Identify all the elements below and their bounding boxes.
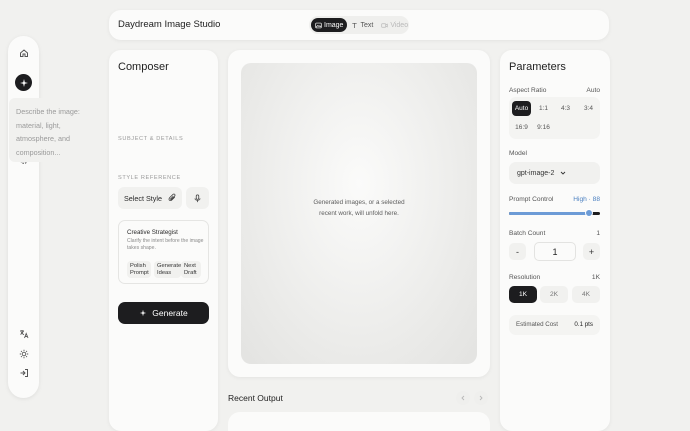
recent-prev-button[interactable] [456, 391, 470, 405]
parameters-panel: Parameters Aspect Ratio Auto Auto 1:1 4:… [500, 50, 610, 431]
aspect-ratio-label: Aspect Ratio [509, 87, 547, 94]
mic-icon [194, 193, 201, 202]
style-row: Select Style [118, 187, 209, 209]
batch-count-field[interactable]: 1 [534, 242, 576, 261]
translate-icon[interactable] [15, 325, 32, 342]
recent-next-button[interactable] [474, 391, 488, 405]
cost-label: Estimated Cost [516, 321, 558, 328]
prompt-control-value: High · 88 [573, 196, 600, 203]
subject-input[interactable]: Describe the image: material, light, atm… [9, 98, 100, 162]
resolution-option-4k[interactable]: 4K [572, 286, 600, 303]
aspect-option-1-1[interactable]: 1:1 [534, 101, 553, 116]
nav-rail [8, 36, 39, 398]
tab-text[interactable]: Text [347, 18, 377, 32]
recent-output-strip [228, 412, 490, 431]
mic-button[interactable] [186, 187, 209, 209]
top-bar: Daydream Image Studio Image Text Video [109, 10, 609, 40]
aspect-option-auto[interactable]: Auto [512, 101, 531, 116]
resolution-option-1k[interactable]: 1K [509, 286, 537, 303]
creative-strategist-card: Creative Strategist Clarify the intent b… [118, 220, 209, 284]
aspect-option-4-3[interactable]: 4:3 [556, 101, 575, 116]
batch-increment-button[interactable]: + [583, 243, 600, 260]
generate-ideas-chip[interactable]: Generate Ideas [154, 261, 181, 278]
model-select[interactable]: gpt-image-2 [509, 162, 600, 184]
recent-output-title: Recent Output [228, 393, 283, 403]
slider-thumb[interactable] [585, 209, 594, 217]
batch-count-label: Batch Count [509, 230, 546, 237]
canvas-panel: Generated images, or a selected recent w… [228, 50, 490, 377]
batch-count-value: 1 [596, 230, 600, 237]
resolution-label: Resolution [509, 274, 541, 281]
aspect-option-16-9[interactable]: 16:9 [512, 120, 531, 135]
composer-title: Composer [118, 61, 169, 73]
model-label: Model [509, 150, 527, 157]
polish-prompt-chip[interactable]: Polish Prompt [127, 261, 151, 278]
subject-label: SUBJECT & DETAILS [118, 136, 184, 142]
sparkle-icon[interactable] [15, 74, 32, 91]
text-icon [352, 22, 358, 28]
parameters-title: Parameters [509, 61, 566, 73]
home-icon[interactable] [15, 44, 32, 61]
batch-decrement-button[interactable]: - [509, 243, 526, 260]
prompt-control-label: Prompt Control [509, 196, 554, 203]
cost-value: 0.1 pts [574, 321, 593, 328]
chevron-left-icon [461, 395, 465, 401]
aspect-option-9-16[interactable]: 9:16 [534, 120, 553, 135]
aspect-ratio-options: Auto 1:1 4:3 3:4 16:9 9:16 [509, 97, 600, 139]
paperclip-icon [168, 193, 176, 202]
video-icon [381, 22, 388, 28]
tab-video: Video [377, 18, 412, 32]
strategist-description: Clarify the intent before the image take… [127, 238, 204, 251]
app-title: Daydream Image Studio [118, 19, 221, 30]
select-style-button[interactable]: Select Style [118, 187, 182, 209]
aspect-option-3-4[interactable]: 3:4 [579, 101, 598, 116]
next-draft-chip[interactable]: Next Draft [181, 261, 201, 278]
chevron-right-icon [479, 395, 483, 401]
prompt-control-slider[interactable] [509, 209, 600, 217]
canvas-hint: Generated images, or a selected recent w… [313, 199, 405, 217]
image-icon [315, 22, 322, 28]
resolution-value: 1K [591, 274, 600, 281]
style-label: STYLE REFERENCE [118, 175, 181, 181]
aspect-ratio-value: Auto [586, 87, 600, 94]
estimated-cost: Estimated Cost 0.1 pts [509, 315, 600, 335]
logout-icon[interactable] [15, 364, 32, 381]
sparkle-icon [140, 309, 147, 317]
tab-image[interactable]: Image [311, 18, 348, 32]
generate-button[interactable]: Generate [118, 302, 209, 324]
image-canvas: Generated images, or a selected recent w… [241, 63, 477, 364]
strategist-title: Creative Strategist [127, 229, 178, 236]
resolution-option-2k[interactable]: 2K [540, 286, 568, 303]
sun-icon[interactable] [15, 345, 32, 362]
chevron-down-icon [561, 171, 566, 175]
slider-fill [509, 212, 590, 215]
mode-tabs: Image Text Video [309, 16, 409, 34]
